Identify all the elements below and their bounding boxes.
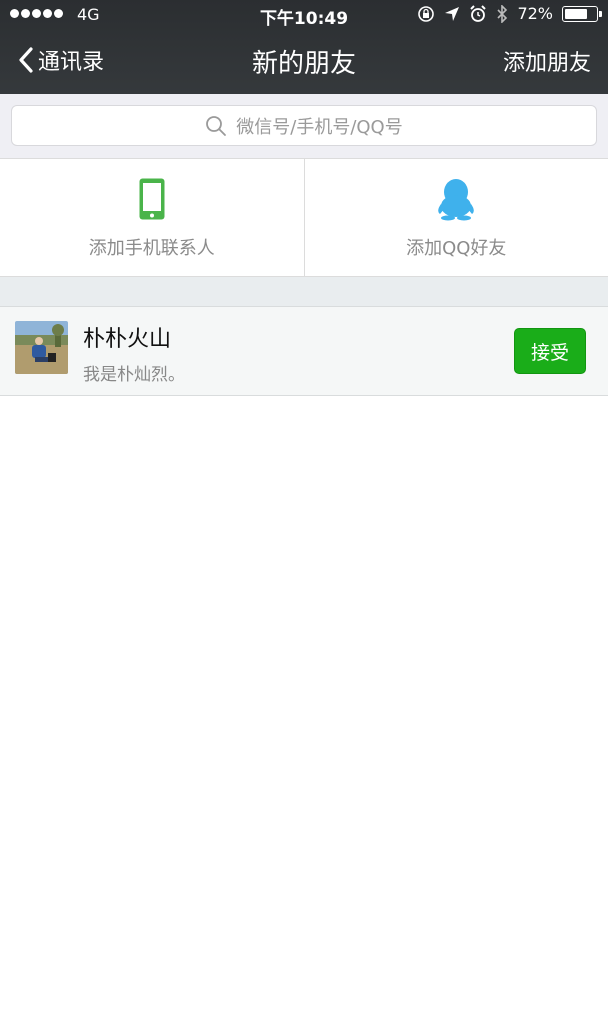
accept-button[interactable]: 接受 xyxy=(514,328,586,374)
battery-percent: 72% xyxy=(517,4,553,23)
search-input[interactable]: 微信号/手机号/QQ号 xyxy=(11,105,597,146)
battery-fill xyxy=(565,8,587,19)
search-icon xyxy=(206,115,227,136)
location-arrow-icon xyxy=(445,6,460,21)
request-name: 朴朴火山 xyxy=(83,327,172,352)
battery-icon xyxy=(562,5,602,22)
avatar-photo xyxy=(15,321,68,374)
phone-icon xyxy=(139,178,165,220)
top-bar: 4G 下午10:49 72% 通讯录 新的朋友 添加朋友 xyxy=(0,0,608,94)
rotation-lock-icon xyxy=(418,5,435,22)
avatar[interactable] xyxy=(15,321,68,374)
alarm-clock-icon xyxy=(470,4,487,22)
add-phone-contacts-label: 添加手机联系人 xyxy=(88,238,215,259)
add-friend-button[interactable]: 添加朋友 xyxy=(503,45,591,77)
friend-request-row[interactable]: 朴朴火山 我是朴灿烈。 接受 xyxy=(0,306,608,396)
add-phone-contacts-option[interactable]: 添加手机联系人 xyxy=(0,159,304,276)
add-qq-friends-label: 添加QQ好友 xyxy=(406,238,507,259)
new-friends-screen: 4G 下午10:49 72% 通讯录 新的朋友 添加朋友 微信号/手机号/QQ号… xyxy=(0,0,608,1024)
status-right-group: 72% xyxy=(417,4,602,23)
status-bar: 4G 下午10:49 72% xyxy=(0,0,608,30)
request-message: 我是朴灿烈。 xyxy=(83,365,185,385)
add-options: 添加手机联系人 添加QQ好友 xyxy=(0,158,608,277)
qq-penguin-icon xyxy=(438,179,475,221)
search-placeholder: 微信号/手机号/QQ号 xyxy=(236,116,403,138)
section-divider xyxy=(0,277,608,306)
bluetooth-icon xyxy=(497,4,508,23)
search-section: 微信号/手机号/QQ号 xyxy=(0,94,608,158)
add-qq-friends-option[interactable]: 添加QQ好友 xyxy=(303,159,608,276)
navigation-bar: 通讯录 新的朋友 添加朋友 xyxy=(0,30,608,94)
